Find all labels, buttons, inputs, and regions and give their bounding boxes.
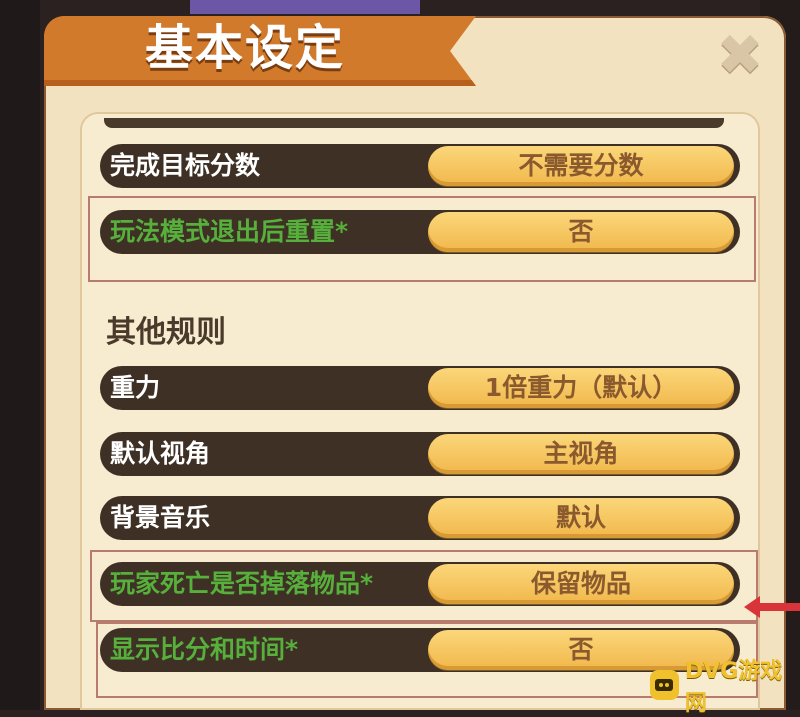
background-accent [190, 0, 420, 14]
panel-title: 基本设定 [145, 20, 346, 76]
previous-row-edge [104, 118, 724, 128]
setting-value-button[interactable]: 保留物品 [428, 564, 734, 604]
background-left [0, 0, 40, 710]
red-arrow-icon [744, 596, 800, 618]
setting-value-button[interactable]: 不需要分数 [428, 146, 734, 186]
section-title: 其他规则 [106, 315, 226, 350]
setting-row-drop-items: 玩家死亡是否掉落物品* 保留物品 [100, 562, 740, 606]
setting-row-gravity: 重力 1倍重力（默认） [100, 366, 740, 410]
watermark-logo-icon [650, 670, 679, 700]
setting-label: 重力 [110, 373, 161, 402]
setting-label: 默认视角 [110, 439, 211, 468]
setting-row-target-score: 完成目标分数 不需要分数 [100, 144, 740, 188]
close-button[interactable]: ✖ [712, 28, 768, 84]
setting-row-show-score-time: 显示比分和时间* 否 [100, 628, 740, 672]
setting-row-default-view: 默认视角 主视角 [100, 432, 740, 476]
setting-value-button[interactable]: 1倍重力（默认） [428, 368, 734, 408]
setting-value-button[interactable]: 否 [428, 212, 734, 252]
watermark-text: DVG游戏网 [684, 659, 783, 716]
setting-label: 玩家死亡是否掉落物品* [110, 569, 374, 598]
setting-label: 背景音乐 [110, 503, 211, 532]
watermark: DVG游戏网 [650, 659, 800, 716]
setting-row-background-music: 背景音乐 默认 [100, 496, 740, 540]
setting-label: 玩法模式退出后重置* [110, 217, 349, 246]
setting-label: 显示比分和时间* [110, 635, 299, 664]
setting-row-reset-after-exit: 玩法模式退出后重置* 否 [100, 210, 740, 254]
close-icon: ✖ [716, 23, 764, 88]
setting-value-button[interactable]: 主视角 [428, 434, 734, 474]
setting-label: 完成目标分数 [110, 151, 261, 180]
setting-value-button[interactable]: 默认 [428, 498, 734, 538]
